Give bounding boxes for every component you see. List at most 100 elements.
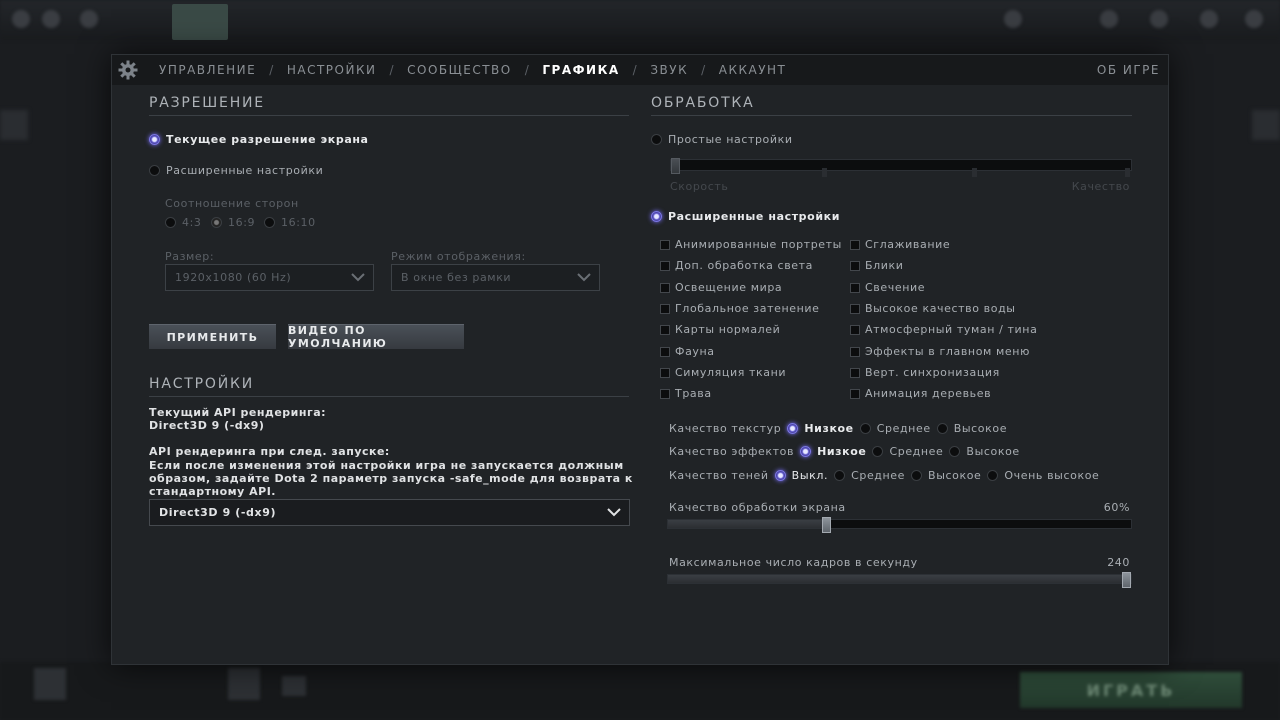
checkbox-grass[interactable]: Трава	[660, 387, 712, 400]
gear-icon[interactable]	[117, 59, 139, 81]
shadows-quality-label: Качество теней	[669, 469, 769, 482]
size-select[interactable]: 1920x1080 (60 Hz)	[165, 264, 374, 291]
slider-handle[interactable]	[1122, 572, 1131, 588]
radio-unselected[interactable]	[264, 217, 275, 228]
apply-button[interactable]: ПРИМЕНИТЬ	[149, 324, 276, 349]
size-select-value: 1920x1080 (60 Hz)	[175, 271, 292, 284]
effects-quality-row: Качество эффектов Низкое Среднее Высокое	[669, 445, 1020, 458]
tab-settings[interactable]: НАСТРОЙКИ	[287, 63, 377, 77]
render-api-select[interactable]: Direct3D 9 (-dx9)	[149, 499, 630, 526]
checkbox-world-lighting[interactable]: Освещение мира	[660, 281, 782, 294]
checkbox[interactable]	[850, 260, 860, 271]
aspect-4-3-option[interactable]: 4:3	[165, 216, 202, 229]
simple-settings-option[interactable]: Простые настройки	[651, 133, 793, 146]
default-video-button[interactable]: ВИДЕО ПО УМОЛЧАНИЮ	[288, 324, 464, 350]
radio-selected[interactable]	[149, 134, 160, 145]
tab-about-game[interactable]: ОБ ИГРЕ	[1097, 63, 1160, 77]
checkbox-ambient-occlusion[interactable]: Глобальное затенение	[660, 302, 820, 315]
radio-unselected[interactable]	[911, 470, 923, 481]
radio-selected[interactable]	[774, 470, 786, 481]
checkbox[interactable]	[850, 346, 860, 357]
checkbox[interactable]	[660, 282, 670, 293]
checkbox-cloth-simulation[interactable]: Симуляция ткани	[660, 366, 786, 379]
aspect-16-9-option[interactable]: 16:9	[211, 216, 255, 229]
radio-selected[interactable]	[211, 217, 222, 228]
texture-quality-label: Качество текстур	[669, 422, 782, 435]
checkbox-fauna[interactable]: Фауна	[660, 345, 715, 358]
tab-graphics[interactable]: ГРАФИКА	[542, 63, 619, 77]
checkbox-label: Фауна	[675, 345, 715, 358]
checkbox-bloom[interactable]: Свечение	[850, 281, 925, 294]
radio-selected[interactable]	[651, 211, 662, 222]
checkbox-tree-animation[interactable]: Анимация деревьев	[850, 387, 991, 400]
checkbox-label: Эффекты в главном меню	[865, 345, 1030, 358]
screen-quality-slider[interactable]	[667, 517, 1132, 533]
checkbox[interactable]	[660, 324, 670, 335]
tab-separator: /	[389, 63, 395, 77]
api-note-line: образом, задайте Dota 2 параметр запуска…	[149, 472, 633, 485]
tab-account[interactable]: АККАУНТ	[719, 63, 787, 77]
advanced-resolution-option[interactable]: Расширенные настройки	[149, 164, 323, 177]
current-resolution-option[interactable]: Текущее разрешение экрана	[149, 133, 369, 146]
max-fps-slider[interactable]	[667, 572, 1132, 588]
checkbox[interactable]	[660, 367, 670, 378]
quality-preset-slider[interactable]	[670, 158, 1132, 177]
radio-unselected[interactable]	[165, 217, 176, 228]
background-icon	[1150, 10, 1168, 28]
play-button[interactable]: ИГРАТЬ	[1020, 672, 1242, 708]
background-slot	[282, 676, 306, 696]
aspect-option-label: 16:9	[228, 216, 256, 229]
checkbox[interactable]	[850, 303, 860, 314]
display-mode-select[interactable]: В окне без рамки	[391, 264, 600, 291]
checkbox-label: Карты нормалей	[675, 323, 781, 336]
tab-community[interactable]: СООБЩЕСТВО	[407, 63, 512, 77]
display-mode-select-value: В окне без рамки	[401, 271, 512, 284]
checkbox[interactable]	[660, 346, 670, 357]
checkbox[interactable]	[660, 239, 670, 250]
radio-unselected[interactable]	[949, 446, 961, 457]
max-fps-label: Максимальное число кадров в секунду	[669, 556, 918, 569]
checkbox-additional-lighting[interactable]: Доп. обработка света	[660, 259, 813, 272]
radio-unselected[interactable]	[936, 423, 948, 434]
slider-tick	[972, 168, 977, 177]
background-icon	[42, 10, 60, 28]
checkbox[interactable]	[660, 260, 670, 271]
checkbox-animated-portraits[interactable]: Анимированные портреты	[660, 238, 842, 251]
radio-unselected[interactable]	[149, 165, 160, 176]
option-label: Низкое	[804, 422, 854, 435]
checkbox[interactable]	[660, 388, 670, 399]
checkbox[interactable]	[850, 239, 860, 250]
checkbox[interactable]	[660, 303, 670, 314]
radio-unselected[interactable]	[872, 446, 884, 457]
background-icon	[80, 10, 98, 28]
checkbox-main-menu-effects[interactable]: Эффекты в главном меню	[850, 345, 1030, 358]
checkbox[interactable]	[850, 388, 860, 399]
checkbox[interactable]	[850, 324, 860, 335]
option-label: Высокое	[953, 422, 1008, 435]
slider-handle[interactable]	[822, 517, 831, 533]
size-label: Размер:	[165, 250, 215, 263]
radio-selected[interactable]	[800, 446, 812, 457]
advanced-processing-option[interactable]: Расширенные настройки	[651, 210, 840, 223]
checkbox[interactable]	[850, 282, 860, 293]
checkbox-label: Анимированные портреты	[675, 238, 842, 251]
checkbox-specular[interactable]: Блики	[850, 259, 904, 272]
radio-selected[interactable]	[787, 423, 799, 434]
checkbox[interactable]	[850, 367, 860, 378]
radio-unselected[interactable]	[834, 470, 846, 481]
radio-unselected[interactable]	[651, 134, 662, 145]
checkbox-atmospheric-fog[interactable]: Атмосферный туман / тина	[850, 323, 1037, 336]
aspect-16-10-option[interactable]: 16:10	[264, 216, 316, 229]
checkbox-normal-maps[interactable]: Карты нормалей	[660, 323, 780, 336]
aspect-ratio-label: Соотношение сторон	[165, 197, 299, 210]
checkbox-antialiasing[interactable]: Сглаживание	[850, 238, 950, 251]
checkbox-vsync[interactable]: Верт. синхронизация	[850, 366, 1000, 379]
slider-handle[interactable]	[671, 158, 680, 174]
checkbox-label: Глобальное затенение	[675, 302, 820, 315]
checkbox-high-quality-water[interactable]: Высокое качество воды	[850, 302, 1016, 315]
screen-quality-label: Качество обработки экрана	[669, 501, 846, 514]
radio-unselected[interactable]	[859, 423, 871, 434]
tab-controls[interactable]: УПРАВЛЕНИЕ	[159, 63, 256, 77]
tab-sound[interactable]: ЗВУК	[650, 63, 688, 77]
radio-unselected[interactable]	[987, 470, 999, 481]
